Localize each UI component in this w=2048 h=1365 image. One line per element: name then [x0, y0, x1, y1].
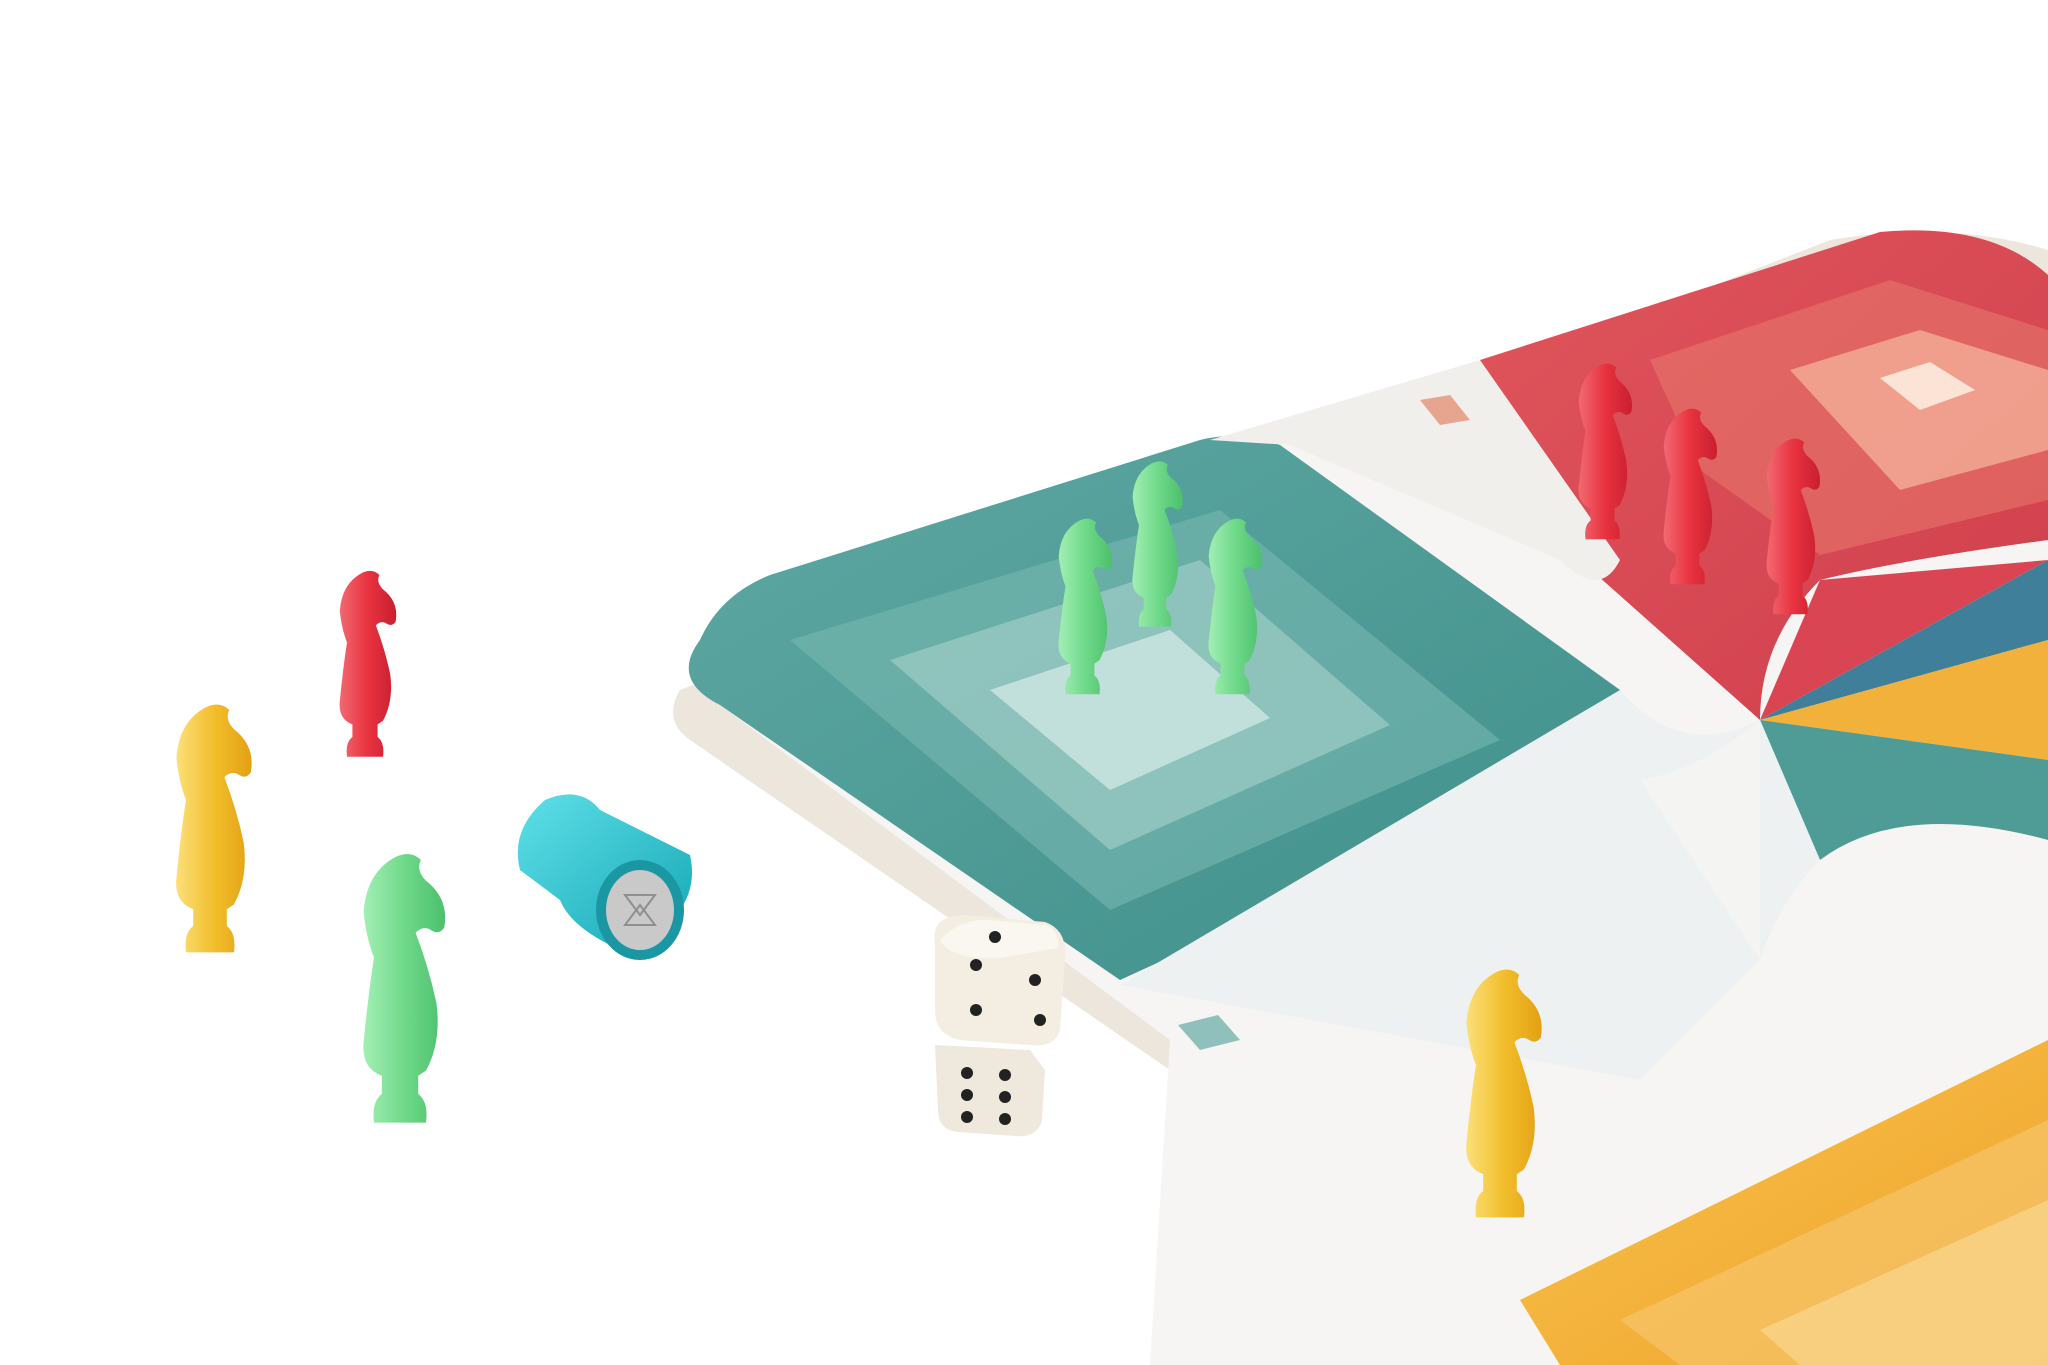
pieces-off-board	[176, 570, 692, 1123]
green-knight-piece[interactable]	[363, 854, 446, 1123]
dice-stack	[934, 915, 1066, 1137]
yellow-knight-piece[interactable]	[176, 704, 252, 953]
teal-knight-piece-tipped[interactable]	[517, 794, 692, 960]
ludo-scene	[176, 229, 2048, 1365]
die-top[interactable]	[934, 915, 1066, 1046]
red-knight-piece[interactable]	[339, 570, 397, 757]
game-board	[672, 229, 2048, 1365]
die-bottom[interactable]	[935, 1045, 1045, 1137]
